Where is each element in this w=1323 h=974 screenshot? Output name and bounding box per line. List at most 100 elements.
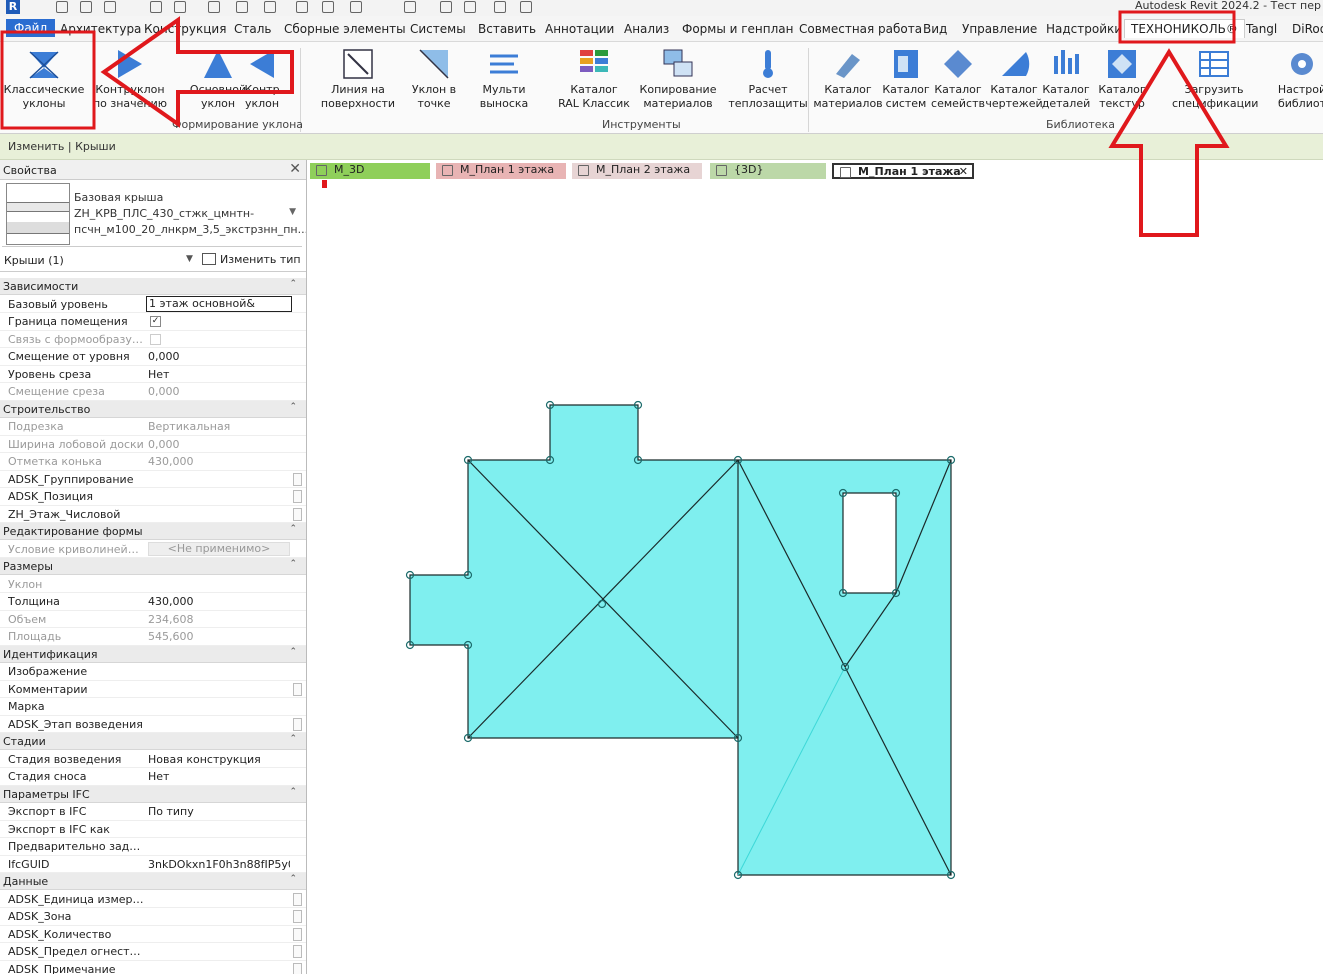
property-value[interactable]: Новая конструкция <box>148 753 290 766</box>
property-group[interactable]: Данные ⌃ <box>0 873 306 890</box>
edit-value-button[interactable] <box>293 962 302 974</box>
tab-architecture[interactable]: Архитектура <box>60 22 141 36</box>
counter-slope-value-button[interactable]: Контруклон по значению <box>88 44 172 118</box>
property-group[interactable]: Стадии ⌃ <box>0 733 306 750</box>
pin-icon[interactable] <box>440 1 452 13</box>
property-group[interactable]: Параметры IFC ⌃ <box>0 785 306 803</box>
print-icon[interactable] <box>208 1 220 13</box>
edit-value-button[interactable] <box>293 472 302 486</box>
collapse-icon[interactable]: ⌃ <box>289 279 297 289</box>
redo-icon[interactable] <box>174 1 186 13</box>
property-row[interactable]: Стадия сноса Нет <box>0 768 306 786</box>
collapse-icon[interactable]: ⌃ <box>289 874 297 884</box>
property-value[interactable]: Нет <box>148 770 290 783</box>
classic-slopes-button[interactable]: Классические уклоны <box>2 44 86 118</box>
property-row[interactable]: ZH_Этаж_Числовой <box>0 506 306 523</box>
close-hidden-icon[interactable] <box>494 1 506 13</box>
property-group[interactable]: Редактирование формы ⌃ <box>0 523 306 540</box>
align-icon[interactable] <box>322 1 334 13</box>
switch-windows-icon[interactable] <box>520 1 532 13</box>
tab-insert[interactable]: Вставить <box>478 22 536 36</box>
tab-systems[interactable]: Системы <box>410 22 466 36</box>
property-value[interactable]: По типу <box>148 805 290 818</box>
instance-count[interactable]: Крыши (1) <box>4 254 64 267</box>
edit-value-button[interactable] <box>293 490 302 503</box>
property-row[interactable]: Предварительно задан... <box>0 838 306 856</box>
property-row[interactable]: IfcGUID 3nkDOkxn1F0h3n88fIP5y0 <box>0 856 306 873</box>
thin-lines-icon[interactable] <box>464 1 476 13</box>
property-value[interactable]: 0,000 <box>148 350 290 363</box>
copy-materials-button[interactable]: Копирование материалов <box>636 44 720 118</box>
collapse-icon[interactable]: ⌃ <box>289 402 297 412</box>
undo-icon[interactable] <box>150 1 162 13</box>
tab-diroots[interactable]: DiRoo <box>1292 22 1323 36</box>
ral-catalog-button[interactable]: Каталог RAL Классик <box>552 44 636 118</box>
textures-catalog-button[interactable]: Каталог текстур <box>1080 44 1164 118</box>
roof-opening[interactable] <box>842 492 897 594</box>
edit-value-button[interactable] <box>293 507 302 521</box>
tab-massing-site[interactable]: Формы и генплан <box>682 22 794 36</box>
tab-tangl[interactable]: Tangl <box>1246 22 1277 36</box>
tab-analyze[interactable]: Анализ <box>624 22 669 36</box>
property-value-field[interactable]: 1 этаж основной& <box>146 295 292 312</box>
property-row[interactable]: ADSK_Единица измерен... <box>0 891 306 908</box>
view-tab[interactable]: M_План 1 этажа ✕ <box>832 163 974 179</box>
measure-icon[interactable] <box>236 1 248 13</box>
surface-line-button[interactable]: Линия на поверхности <box>316 44 400 118</box>
property-row[interactable]: Уровень среза Нет <box>0 366 306 383</box>
property-value[interactable]: Нет <box>148 368 290 381</box>
property-row[interactable]: ADSK_Этап возведения <box>0 716 306 733</box>
property-row[interactable]: ADSK_Предел огнестой... <box>0 943 306 961</box>
tab-addins[interactable]: Надстройки <box>1046 22 1122 36</box>
collapse-icon[interactable]: ⌃ <box>289 524 297 534</box>
edit-type-button[interactable]: Изменить тип <box>202 253 301 266</box>
property-row[interactable]: Комментарии <box>0 681 306 698</box>
revit-logo[interactable]: R <box>6 0 20 14</box>
edit-value-button[interactable] <box>293 927 302 941</box>
point-slope-button[interactable]: Уклон в точке <box>394 44 474 118</box>
edit-value-button[interactable] <box>293 717 302 731</box>
load-schedules-button[interactable]: Загрузить спецификации <box>1172 44 1258 118</box>
property-row[interactable]: Смещение от уровня 0,000 <box>0 348 306 366</box>
library-settings-button[interactable]: Настрой библиот <box>1262 44 1323 118</box>
edit-value-button[interactable] <box>293 910 302 923</box>
property-group[interactable]: Зависимости ⌃ <box>0 278 306 295</box>
tab-collaborate[interactable]: Совместная работа <box>799 22 922 36</box>
tab-technonicol[interactable]: ТЕХНОНИКОЛЬ® <box>1124 19 1245 38</box>
open-icon[interactable] <box>56 1 68 13</box>
property-row[interactable]: ADSK_Позиция <box>0 488 306 506</box>
tab-manage[interactable]: Управление <box>962 22 1037 36</box>
property-row[interactable]: ADSK_Количество <box>0 926 306 943</box>
property-row[interactable]: Толщина 430,000 <box>0 593 306 611</box>
property-row[interactable]: Стадия возведения Новая конструкция <box>0 751 306 768</box>
property-group[interactable]: Строительство ⌃ <box>0 400 306 418</box>
thermal-calc-button[interactable]: Расчет теплозащиты <box>726 44 810 118</box>
property-value[interactable]: 430,000 <box>148 595 290 608</box>
counter-slope-button[interactable]: Контр уклон <box>232 44 292 118</box>
collapse-icon[interactable]: ⌃ <box>289 559 297 569</box>
save-icon[interactable] <box>80 1 92 13</box>
view-tab[interactable]: M_План 1 этажа <box>436 163 566 179</box>
property-checkbox[interactable]: ✓ <box>150 316 161 327</box>
tag-icon[interactable] <box>296 1 308 13</box>
collapse-icon[interactable]: ⌃ <box>289 734 297 744</box>
tab-view[interactable]: Вид <box>923 22 947 36</box>
view-tab[interactable]: M_План 2 этажа <box>572 163 702 179</box>
dimension-icon[interactable] <box>264 1 276 13</box>
close-tab-icon[interactable]: ✕ <box>959 165 968 179</box>
property-row[interactable]: Изображение <box>0 663 306 681</box>
property-group[interactable]: Идентификация ⌃ <box>0 645 306 663</box>
property-row[interactable]: Марка <box>0 698 306 716</box>
view-tab[interactable]: M_3D <box>310 163 430 179</box>
property-row[interactable]: Граница помещения ✓ <box>0 313 306 331</box>
property-row[interactable]: Экспорт в IFC По типу <box>0 803 306 821</box>
sync-icon[interactable] <box>104 1 116 13</box>
collapse-icon[interactable]: ⌃ <box>289 647 297 657</box>
tab-structure[interactable]: Конструкция <box>144 22 226 36</box>
property-value[interactable]: 3nkDOkxn1F0h3n88fIP5y0 <box>148 858 290 871</box>
chevron-down-icon[interactable]: ▼ <box>186 254 193 264</box>
type-selector[interactable]: Базовая крыша ZH_КРВ_ПЛС_430_стжк_цмнтн-… <box>2 181 306 247</box>
roof-plan[interactable] <box>308 182 1323 974</box>
drawing-canvas[interactable] <box>308 180 1323 974</box>
edit-value-button[interactable] <box>293 682 302 696</box>
